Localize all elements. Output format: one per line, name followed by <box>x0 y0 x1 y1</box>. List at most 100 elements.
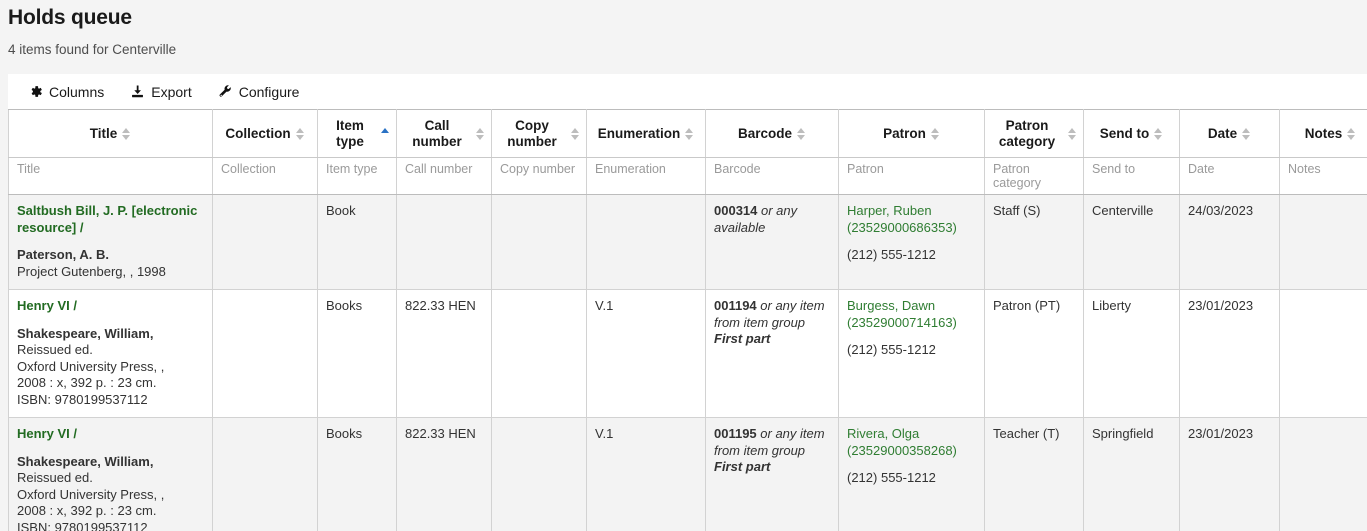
cell-date: 23/01/2023 <box>1180 290 1280 418</box>
cell-notes <box>1280 195 1367 290</box>
sort-icon[interactable] <box>685 127 694 141</box>
filter-barcode[interactable]: Barcode <box>706 158 839 195</box>
column-header-row: Title Collection Item type Call number C… <box>9 110 1367 158</box>
column-header-item-type[interactable]: Item type <box>318 110 397 158</box>
bib-detail-line: 2008 : x, 392 p. : 23 cm. <box>17 503 204 520</box>
title-link[interactable]: Henry VI / <box>17 298 204 315</box>
cell-patron-category: Staff (S) <box>985 195 1084 290</box>
filter-enumeration[interactable]: Enumeration <box>587 158 706 195</box>
filter-patron-category[interactable]: Patron category <box>985 158 1084 195</box>
column-header-patron[interactable]: Patron <box>839 110 985 158</box>
patron-link[interactable]: Harper, Ruben (23529000686353) <box>847 203 976 236</box>
column-header-collection[interactable]: Collection <box>213 110 318 158</box>
cell-title: Saltbush Bill, J. P. [electronic resourc… <box>9 195 213 290</box>
column-header-patron-category[interactable]: Patron category <box>985 110 1084 158</box>
column-header-copy-number[interactable]: Copy number <box>492 110 587 158</box>
cell-patron: Rivera, Olga (23529000358268) (212) 555-1… <box>839 418 985 531</box>
export-button[interactable]: Export <box>130 84 191 100</box>
table-row: Henry VI /Shakespeare, William,Reissued … <box>9 418 1367 531</box>
barcode-number: 000314 <box>714 203 757 218</box>
bib-detail-line: Oxford University Press, , <box>17 487 204 504</box>
bib-detail-line: Oxford University Press, , <box>17 359 204 376</box>
bib-detail-line: 2008 : x, 392 p. : 23 cm. <box>17 375 204 392</box>
bib-detail-line: Project Gutenberg, , 1998 <box>17 264 204 281</box>
columns-button[interactable]: Columns <box>28 84 104 100</box>
sort-icon[interactable] <box>797 127 806 141</box>
cell-barcode: 001195 or any item from item groupFirst … <box>706 418 839 531</box>
cell-copy-number <box>492 195 587 290</box>
column-header-call-number[interactable]: Call number <box>397 110 492 158</box>
column-header-barcode[interactable]: Barcode <box>706 110 839 158</box>
cell-collection <box>213 290 318 418</box>
filter-send-to[interactable]: Send to <box>1084 158 1180 195</box>
export-button-label: Export <box>151 84 191 100</box>
title-link[interactable]: Saltbush Bill, J. P. [electronic resourc… <box>17 203 204 236</box>
sort-icon[interactable] <box>1347 127 1356 141</box>
sort-icon-active-asc[interactable] <box>381 127 390 141</box>
patron-phone: (212) 555-1212 <box>847 247 976 264</box>
cell-send-to: Springfield <box>1084 418 1180 531</box>
sort-icon[interactable] <box>1242 127 1251 141</box>
sort-icon[interactable] <box>296 127 305 141</box>
title-link[interactable]: Henry VI / <box>17 426 204 443</box>
patron-phone: (212) 555-1212 <box>847 342 976 359</box>
cell-barcode: 000314 or any available <box>706 195 839 290</box>
gear-icon <box>28 84 43 99</box>
column-header-enumeration[interactable]: Enumeration <box>587 110 706 158</box>
bib-detail-line: ISBN: 9780199537112 <box>17 392 204 409</box>
cell-collection <box>213 195 318 290</box>
cell-send-to: Centerville <box>1084 195 1180 290</box>
cell-notes <box>1280 418 1367 531</box>
column-header-date[interactable]: Date <box>1180 110 1280 158</box>
cell-enumeration: V.1 <box>587 418 706 531</box>
cell-title: Henry VI /Shakespeare, William,Reissued … <box>9 418 213 531</box>
cell-copy-number <box>492 290 587 418</box>
sort-icon[interactable] <box>476 127 485 141</box>
cell-patron-category: Patron (PT) <box>985 290 1084 418</box>
cell-call-number: 822.33 HEN <box>397 290 492 418</box>
filter-item-type[interactable]: Item type <box>318 158 397 195</box>
patron-link[interactable]: Burgess, Dawn (23529000714163) <box>847 298 976 331</box>
filter-copy-number[interactable]: Copy number <box>492 158 587 195</box>
cell-patron: Burgess, Dawn (23529000714163) (212) 555-… <box>839 290 985 418</box>
sort-icon[interactable] <box>1154 127 1163 141</box>
filter-call-number[interactable]: Call number <box>397 158 492 195</box>
cell-date: 24/03/2023 <box>1180 195 1280 290</box>
columns-button-label: Columns <box>49 84 104 100</box>
cell-patron: Harper, Ruben (23529000686353) (212) 555-… <box>839 195 985 290</box>
page-title: Holds queue <box>0 0 1367 30</box>
table-head: Title Collection Item type Call number C… <box>9 110 1367 195</box>
sort-icon[interactable] <box>1068 127 1077 141</box>
filter-notes[interactable]: Notes <box>1280 158 1367 195</box>
holds-queue-table: Title Collection Item type Call number C… <box>8 109 1367 531</box>
patron-phone: (212) 555-1212 <box>847 470 976 487</box>
filter-title[interactable]: Title <box>9 158 213 195</box>
cell-notes <box>1280 290 1367 418</box>
sort-icon[interactable] <box>931 127 940 141</box>
cell-send-to: Liberty <box>1084 290 1180 418</box>
filter-collection[interactable]: Collection <box>213 158 318 195</box>
cell-enumeration: V.1 <box>587 290 706 418</box>
filter-patron[interactable]: Patron <box>839 158 985 195</box>
table-toolbar: Columns Export Configure <box>8 74 1367 109</box>
table-body: Saltbush Bill, J. P. [electronic resourc… <box>9 195 1367 531</box>
patron-link[interactable]: Rivera, Olga (23529000358268) <box>847 426 976 459</box>
column-header-send-to[interactable]: Send to <box>1084 110 1180 158</box>
download-icon <box>130 84 145 99</box>
sort-icon[interactable] <box>571 127 580 141</box>
author-text: Shakespeare, William, <box>17 454 204 471</box>
column-header-title[interactable]: Title <box>9 110 213 158</box>
configure-button[interactable]: Configure <box>218 84 300 100</box>
cell-date: 23/01/2023 <box>1180 418 1280 531</box>
column-header-notes[interactable]: Notes <box>1280 110 1367 158</box>
sort-icon[interactable] <box>122 127 131 141</box>
cell-call-number <box>397 195 492 290</box>
bib-detail-line: ISBN: 9780199537112 <box>17 520 204 531</box>
holds-queue-page: Holds queue 4 items found for Centervill… <box>0 0 1367 531</box>
filter-date[interactable]: Date <box>1180 158 1280 195</box>
column-filter-row: Title Collection Item type Call number C… <box>9 158 1367 195</box>
author-text: Shakespeare, William, <box>17 326 204 343</box>
barcode-number: 001195 <box>714 426 757 441</box>
cell-copy-number <box>492 418 587 531</box>
cell-call-number: 822.33 HEN <box>397 418 492 531</box>
